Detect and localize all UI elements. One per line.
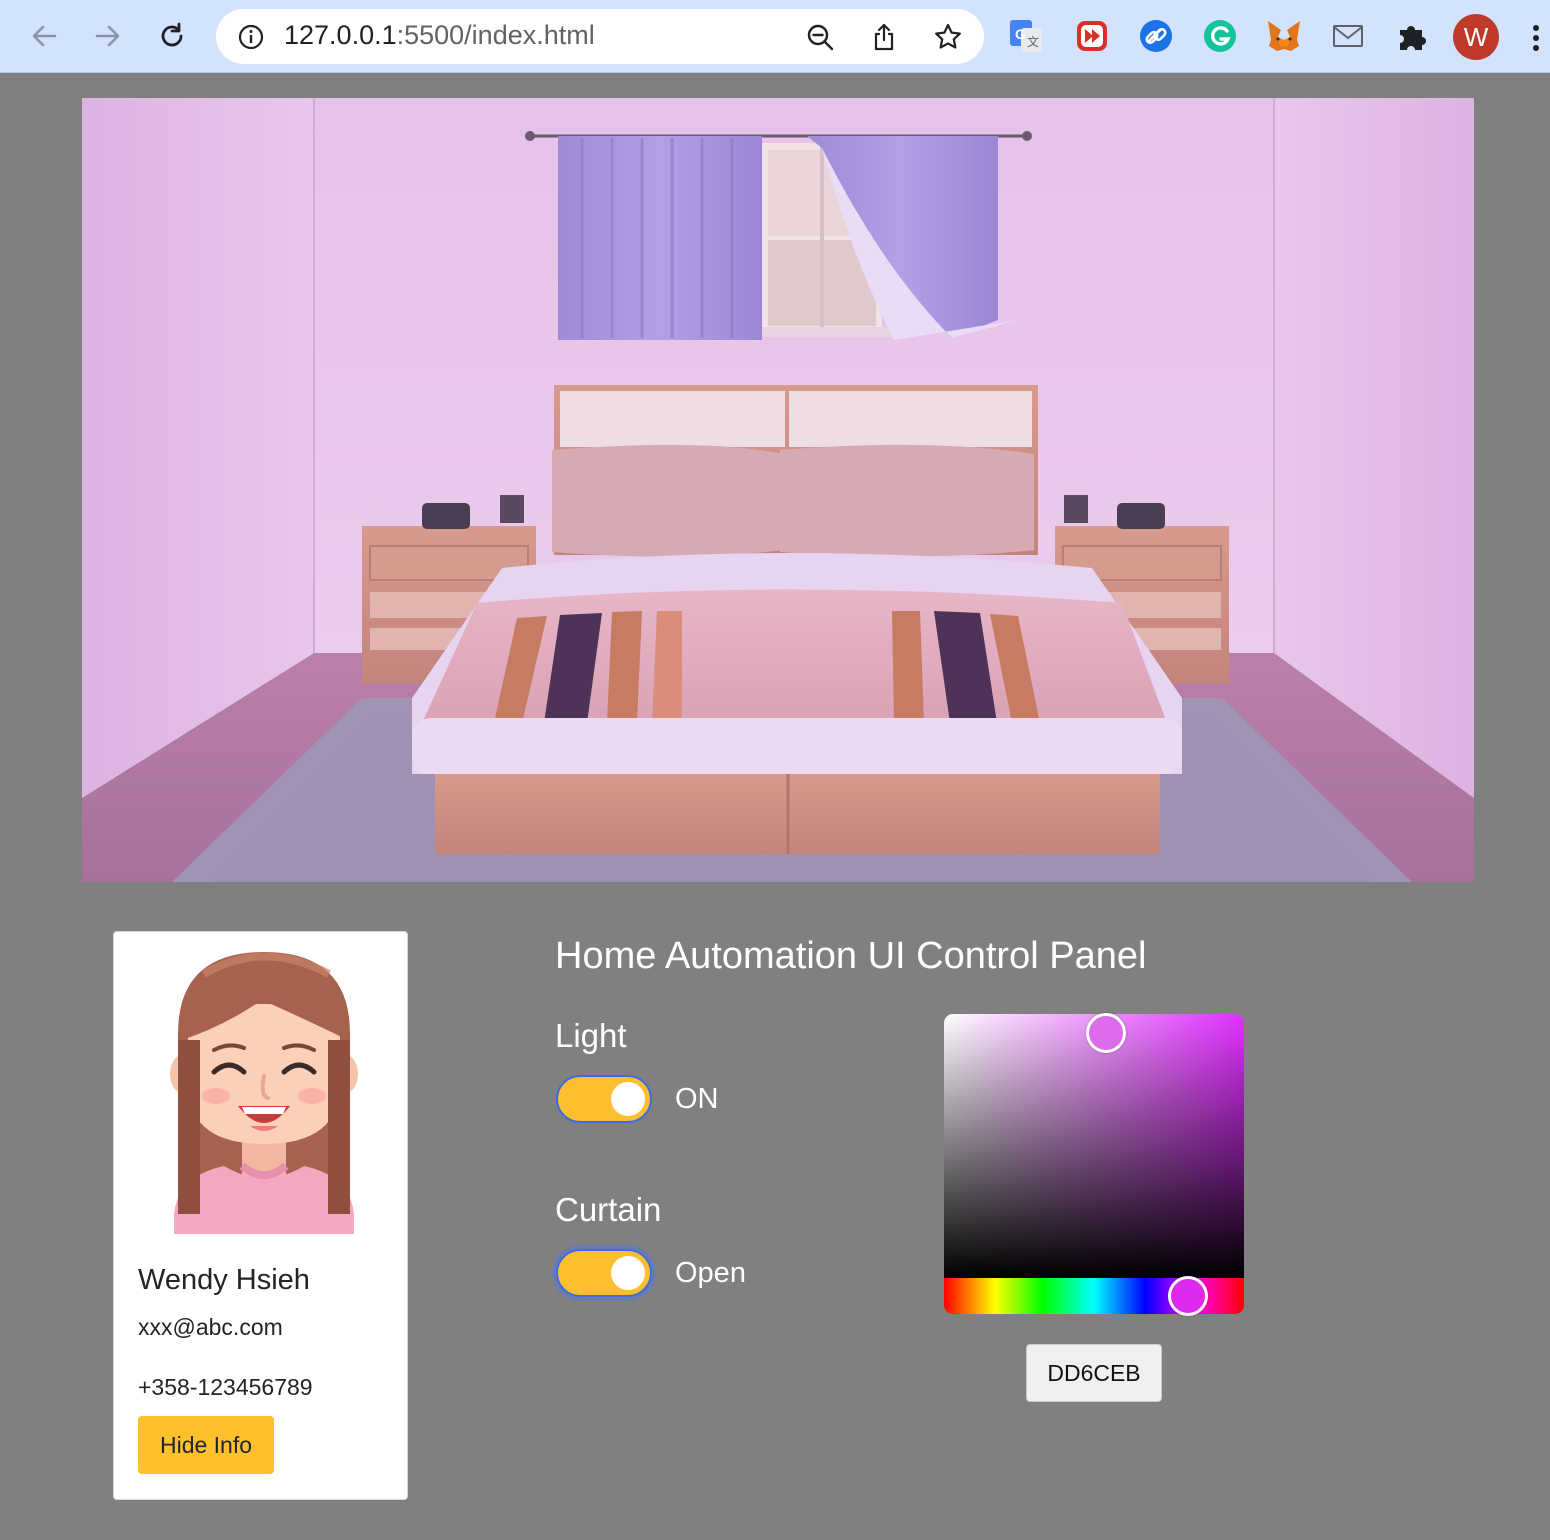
curtain-state: Open — [675, 1257, 746, 1289]
user-avatar — [170, 952, 358, 1234]
saturation-handle[interactable] — [1086, 1013, 1126, 1053]
hue-handle[interactable] — [1168, 1276, 1208, 1316]
curtain-label: Curtain — [555, 1191, 662, 1228]
bedroom-image — [82, 98, 1474, 882]
curtain-toggle[interactable] — [556, 1249, 652, 1297]
color-picker — [944, 1014, 1244, 1314]
share-icon — [874, 23, 894, 51]
saturation-area[interactable] — [944, 1014, 1244, 1278]
grammarly-extension[interactable] — [1200, 16, 1240, 56]
site-info-icon[interactable] — [238, 24, 264, 50]
hide-info-button[interactable]: Hide Info — [138, 1416, 274, 1474]
url-path: :5500/index.html — [396, 20, 595, 50]
browser-toolbar: 127.0.0.1:5500/index.html G文 W — [0, 0, 1550, 73]
profile-card: Wendy Hsieh xxx@abc.com +358-123456789 H… — [113, 931, 408, 1500]
panel-title: Home Automation UI Control Panel — [555, 935, 1147, 977]
puzzle-icon — [1400, 26, 1426, 50]
forward-button[interactable] — [86, 14, 130, 58]
profile-phone: +358-123456789 — [138, 1374, 313, 1400]
media-extension[interactable] — [1072, 16, 1112, 56]
fox-icon — [1268, 21, 1300, 51]
fast-forward-icon — [1077, 21, 1107, 51]
forward-arrow-icon — [95, 25, 120, 47]
browser-menu-button[interactable] — [1526, 20, 1546, 56]
light-label: Light — [555, 1017, 627, 1054]
svg-text:G: G — [1015, 26, 1026, 42]
light-toggle[interactable] — [556, 1075, 652, 1123]
profile-name: Wendy Hsieh — [138, 1264, 310, 1296]
url-text[interactable]: 127.0.0.1:5500/index.html — [284, 20, 595, 51]
svg-text:文: 文 — [1027, 34, 1039, 49]
curtain-toggle-knob — [611, 1256, 645, 1290]
profile-avatar[interactable]: W — [1453, 14, 1499, 60]
link-extension[interactable] — [1136, 16, 1176, 56]
zoom-out-icon — [807, 24, 834, 51]
address-bar[interactable]: 127.0.0.1:5500/index.html — [216, 9, 984, 64]
bookmark-button[interactable] — [932, 21, 964, 53]
light-toggle-knob — [611, 1082, 645, 1116]
envelope-icon — [1333, 25, 1363, 47]
zoom-button[interactable] — [804, 21, 836, 53]
mail-extension[interactable] — [1328, 16, 1368, 56]
color-hex-button[interactable]: DD6CEB — [1026, 1344, 1162, 1402]
reload-icon — [161, 22, 183, 47]
translate-extension[interactable]: G文 — [1006, 16, 1046, 56]
back-arrow-icon — [32, 25, 57, 47]
light-state: ON — [675, 1083, 719, 1115]
share-button[interactable] — [868, 21, 900, 53]
grammarly-icon — [1204, 20, 1236, 52]
more-vert-icon — [1533, 25, 1539, 51]
profile-email: xxx@abc.com — [138, 1314, 283, 1340]
back-button[interactable] — [22, 14, 66, 58]
google-translate-icon: G文 — [1010, 20, 1042, 52]
reload-button[interactable] — [150, 14, 194, 58]
url-host: 127.0.0.1 — [284, 20, 397, 50]
extensions-button[interactable] — [1392, 16, 1432, 56]
star-icon — [935, 23, 961, 49]
metamask-extension[interactable] — [1264, 16, 1304, 56]
link-icon — [1140, 20, 1172, 52]
